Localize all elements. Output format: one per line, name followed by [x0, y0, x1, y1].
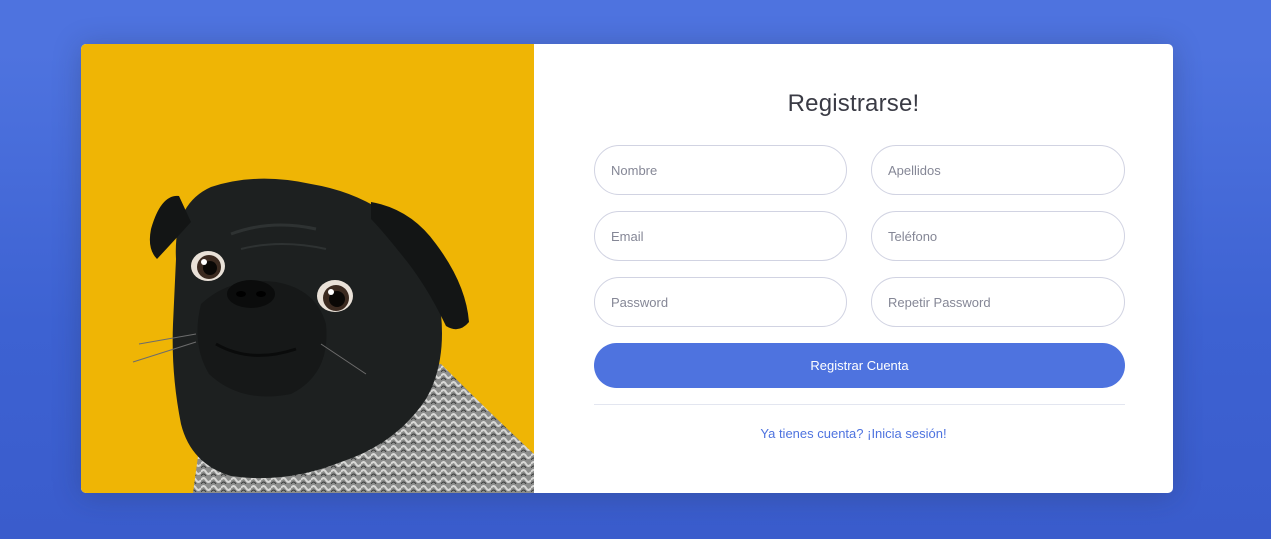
repeat-password-field[interactable]	[871, 277, 1125, 327]
divider	[594, 404, 1125, 405]
pug-dog-image	[132, 178, 534, 493]
email-field[interactable]	[594, 211, 847, 261]
login-link[interactable]: Ya tienes cuenta? ¡Inicia sesión!	[534, 426, 1173, 441]
last-name-field[interactable]	[871, 145, 1125, 195]
page-title: Registrarse!	[787, 90, 920, 117]
register-card: Registrarse! Registrar Cuenta Ya tienes …	[81, 44, 1173, 493]
first-name-field[interactable]	[594, 145, 847, 195]
password-field[interactable]	[594, 277, 847, 327]
pug-dog-photo	[81, 44, 534, 493]
phone-field[interactable]	[871, 211, 1125, 261]
register-form-panel: Registrarse! Registrar Cuenta Ya tienes …	[534, 44, 1173, 493]
register-account-button[interactable]: Registrar Cuenta	[594, 343, 1125, 388]
